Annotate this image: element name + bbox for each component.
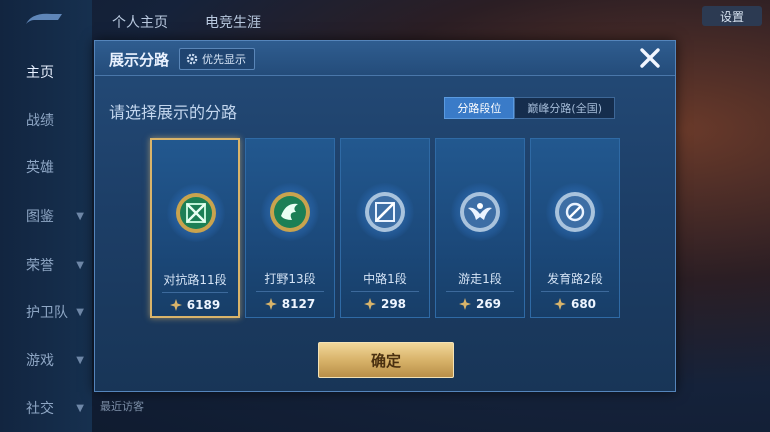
- sidebar-item-label: 护卫队: [26, 305, 68, 321]
- lane-score: 298: [341, 297, 429, 311]
- tab-esports[interactable]: 电竞生涯: [205, 12, 261, 32]
- divider: [256, 291, 324, 292]
- lane-score: 680: [531, 297, 619, 311]
- divider: [351, 291, 419, 292]
- sword-cross-emblem-icon: [176, 193, 216, 233]
- lane-name: 对抗路11段: [163, 273, 227, 287]
- lane-card-mid[interactable]: 中路1段 298: [340, 138, 430, 318]
- lane-score-value: 269: [475, 297, 502, 311]
- lane-display-dialog: 展示分路 优先显示 请选择展示的分路 分路段位 巅峰分路(全国) 对抗路11段 …: [94, 40, 676, 392]
- lane-name: 中路1段: [363, 272, 407, 286]
- lane-segment-control: 分路段位 巅峰分路(全国): [444, 97, 615, 119]
- close-icon: [640, 48, 660, 68]
- lane-card-bottom[interactable]: 发育路2段 680: [530, 138, 620, 318]
- divider: [162, 292, 228, 293]
- points-icon: [264, 298, 277, 310]
- sidebar-item-label: 社交: [26, 401, 54, 417]
- sidebar-item-record[interactable]: 战绩: [0, 100, 92, 140]
- settings-button[interactable]: 设置: [702, 6, 762, 26]
- confirm-button[interactable]: 确定: [318, 342, 454, 378]
- points-icon: [553, 298, 566, 310]
- segment-lane-rank[interactable]: 分路段位: [444, 97, 515, 119]
- points-icon: [169, 299, 182, 311]
- tab-profile[interactable]: 个人主页: [112, 12, 168, 32]
- sidebar-item-label: 主页: [26, 65, 54, 81]
- chevron-down-icon: ▼: [76, 354, 84, 366]
- dragon-emblem-icon: [270, 192, 310, 232]
- marksman-target-emblem-icon: [555, 192, 595, 232]
- lane-score: 269: [436, 297, 524, 311]
- priority-display-label: 优先显示: [202, 53, 246, 66]
- mid-lane-emblem-icon: [365, 192, 405, 232]
- sidebar-item-label: 英雄: [26, 160, 54, 176]
- lane-name: 发育路2段: [547, 272, 603, 286]
- dialog-subtitle: 请选择展示的分路: [109, 103, 238, 122]
- chevron-down-icon: ▼: [76, 259, 84, 271]
- sidebar-item-label: 荣誉: [26, 258, 54, 274]
- chevron-down-icon: ▼: [76, 210, 84, 222]
- divider: [446, 291, 514, 292]
- support-wings-emblem-icon: [460, 192, 500, 232]
- lane-score-value: 6189: [186, 298, 221, 312]
- sidebar-item-guard[interactable]: 护卫队 ▼: [0, 292, 92, 332]
- back-arrow-icon[interactable]: [22, 8, 66, 28]
- sidebar-item-games[interactable]: 游戏 ▼: [0, 340, 92, 380]
- dialog-header: 展示分路 优先显示: [95, 41, 675, 76]
- gear-icon: [186, 53, 198, 65]
- points-icon: [363, 298, 376, 310]
- left-sidebar: 主页 战绩 英雄 图鉴 ▼ 荣誉 ▼ 护卫队 ▼ 游戏 ▼ 社交 ▼: [0, 0, 92, 432]
- lane-name: 游走1段: [458, 272, 502, 286]
- lane-score: 8127: [246, 297, 334, 311]
- sidebar-item-label: 图鉴: [26, 209, 54, 225]
- settings-label: 设置: [719, 9, 744, 24]
- close-button[interactable]: [637, 45, 663, 71]
- lane-score-value: 680: [570, 297, 597, 311]
- dialog-title: 展示分路: [109, 51, 170, 69]
- chevron-down-icon: ▼: [76, 402, 84, 414]
- lane-card-jungle[interactable]: 打野13段 8127: [245, 138, 335, 318]
- lane-card-top[interactable]: 对抗路11段 6189: [150, 138, 240, 318]
- sidebar-item-codex[interactable]: 图鉴 ▼: [0, 196, 92, 236]
- points-icon: [458, 298, 471, 310]
- lane-card-roam[interactable]: 游走1段 269: [435, 138, 525, 318]
- confirm-label: 确定: [370, 351, 401, 370]
- sidebar-item-heroes[interactable]: 英雄: [0, 147, 92, 187]
- sidebar-item-social[interactable]: 社交 ▼: [0, 388, 92, 428]
- segment-peak-lane[interactable]: 巅峰分路(全国): [514, 97, 615, 119]
- sidebar-item-home[interactable]: 主页: [0, 52, 92, 92]
- sidebar-item-label: 游戏: [26, 353, 54, 369]
- lane-name: 打野13段: [264, 272, 316, 286]
- chevron-down-icon: ▼: [76, 306, 84, 318]
- lane-score: 6189: [152, 298, 238, 312]
- lane-score-value: 298: [380, 297, 407, 311]
- sidebar-item-honor[interactable]: 荣誉 ▼: [0, 245, 92, 285]
- divider: [541, 291, 609, 292]
- priority-display-button[interactable]: 优先显示: [179, 48, 255, 70]
- lane-score-value: 8127: [281, 297, 316, 311]
- recent-visitors-label: 最近访客: [100, 400, 144, 413]
- sidebar-item-label: 战绩: [26, 113, 54, 129]
